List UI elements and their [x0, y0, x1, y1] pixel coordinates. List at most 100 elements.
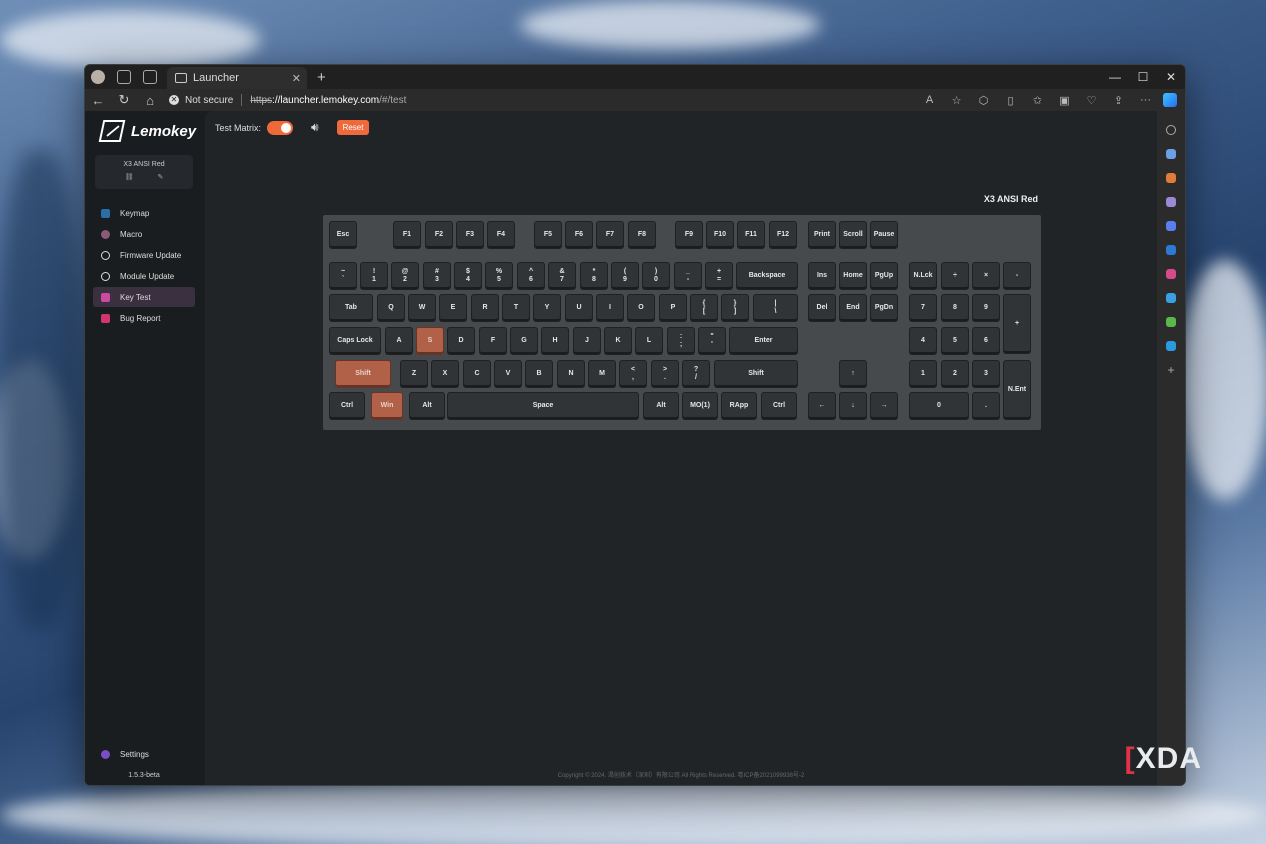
favorite-star-icon[interactable]: ☆: [943, 94, 970, 107]
minimize-button[interactable]: —: [1101, 65, 1129, 89]
address-bar[interactable]: ✕ Not secure https ://launcher.lemokey.c…: [169, 91, 406, 109]
sidebar-item-macro[interactable]: Macro: [93, 224, 195, 244]
key-ins: Ins: [808, 262, 836, 290]
workspaces-icon[interactable]: [117, 70, 131, 84]
maximize-button[interactable]: ☐: [1129, 65, 1157, 89]
key-label: F9: [684, 231, 694, 238]
more-icon[interactable]: ···: [1132, 94, 1159, 106]
key-label: F2: [434, 231, 444, 238]
key-label: ^: [528, 268, 534, 275]
add-icon[interactable]: +: [1166, 364, 1176, 376]
key-label: N.Ent: [1007, 386, 1027, 393]
refresh-icon[interactable]: ↻: [111, 92, 137, 108]
reset-button[interactable]: Reset: [336, 120, 370, 135]
key-label: 1: [921, 370, 925, 377]
key-label: D: [458, 337, 464, 344]
extensions-icon[interactable]: ⬡: [970, 94, 997, 107]
tools-icon[interactable]: [1166, 173, 1176, 183]
tag-icon[interactable]: [1166, 149, 1176, 159]
share-icon[interactable]: ⇪: [1105, 94, 1132, 107]
sound-icon[interactable]: 🔊︎: [311, 120, 319, 135]
tab-actions-icon[interactable]: [143, 70, 157, 84]
url-scheme: https: [250, 94, 273, 106]
key-sym16: ~ `: [329, 262, 357, 290]
settings-gear-icon: [101, 750, 110, 759]
key-caps-lock: Caps Lock: [329, 327, 381, 355]
key-label: MO(1): [690, 402, 710, 409]
key-label: #: [435, 268, 439, 275]
profile-avatar[interactable]: [91, 70, 105, 84]
key-label: R: [482, 304, 488, 311]
send-icon[interactable]: [1166, 293, 1176, 303]
sidebar-item-key-test[interactable]: Key Test: [93, 287, 195, 307]
sidebar-item-firmware-update[interactable]: Firmware Update: [93, 245, 195, 265]
new-tab-button[interactable]: +: [317, 69, 326, 86]
key-label: ?: [693, 366, 699, 373]
key-label: T: [513, 304, 519, 311]
firmware-icon: [101, 250, 110, 260]
device-card[interactable]: X3 ANSI Red ⛓✎: [95, 155, 193, 189]
key-s: S: [416, 327, 444, 355]
bug-icon: [101, 313, 110, 323]
link-icon[interactable]: ⛓: [125, 174, 158, 181]
sidebar-item-keymap[interactable]: Keymap: [93, 203, 195, 223]
copilot-icon[interactable]: [1163, 93, 1177, 107]
keyboard-title: X3 ANSI Red: [983, 194, 1038, 204]
collections-icon[interactable]: ▣: [1051, 94, 1078, 107]
key-label: Win: [380, 402, 394, 409]
key-f6: F6: [565, 221, 593, 249]
key-label: F5: [543, 231, 553, 238]
designer-icon[interactable]: [1166, 269, 1176, 279]
edit-icon[interactable]: ✎: [158, 174, 188, 181]
keyboard-layout: Esc F1 F2 F3 F4 F5 F6 F7 F8 F9 F10 F11 F12 Print Scrol…: [323, 215, 1041, 430]
device-tools: ⛓✎: [95, 173, 193, 181]
skype-icon[interactable]: [1166, 341, 1176, 351]
logo-text: Lemokey: [131, 122, 197, 140]
browser-essentials-icon[interactable]: ♡: [1078, 94, 1105, 107]
key-mo-1: MO(1): [682, 392, 718, 420]
key-f9: F9: [675, 221, 703, 249]
sidebar-item-module-update[interactable]: Module Update: [93, 266, 195, 286]
key-v: V: [494, 360, 522, 388]
key-label: Caps Lock: [337, 337, 373, 344]
back-icon[interactable]: ←: [85, 93, 111, 108]
key-label: Esc: [336, 231, 350, 238]
tree-icon[interactable]: [1166, 317, 1176, 327]
key-label: C: [474, 370, 480, 377]
key-label: F7: [605, 231, 615, 238]
key-sym21: % 5: [485, 262, 513, 290]
xda-watermark: [XDA: [1124, 742, 1202, 775]
key-label: F3: [465, 231, 475, 238]
outlook-icon[interactable]: [1166, 245, 1176, 255]
read-aloud-icon[interactable]: A: [916, 94, 943, 106]
key-sym84: ? /: [682, 360, 710, 388]
key-label: S: [427, 337, 433, 344]
key-sym99: ←: [808, 392, 836, 420]
search-icon[interactable]: [1166, 125, 1176, 135]
favorites-icon[interactable]: ✩: [1024, 94, 1051, 107]
key-label: End: [846, 304, 860, 311]
home-icon[interactable]: ⌂: [137, 93, 163, 108]
key-label: E: [450, 304, 456, 311]
sidebar-item-settings[interactable]: Settings: [93, 750, 149, 759]
people-icon[interactable]: [1166, 197, 1176, 207]
key-label: $: [466, 268, 470, 275]
url-separator: [241, 94, 243, 106]
split-screen-icon[interactable]: ▯: [997, 94, 1024, 107]
key-3: 3: [972, 360, 1000, 388]
key-label: Pause: [873, 231, 895, 238]
key-f8: F8: [628, 221, 656, 249]
sidebar-item-label: Bug Report: [120, 313, 161, 323]
test-matrix-toggle[interactable]: [267, 120, 294, 135]
device-name: X3 ANSI Red: [123, 161, 165, 168]
key-test-toolbar: Test Matrix: 🔊︎ Reset: [215, 120, 370, 135]
key-w: W: [408, 294, 436, 322]
tab-launcher[interactable]: Launcher ✕: [167, 67, 307, 89]
key-f5: F5: [534, 221, 562, 249]
copilot-sidebar-icon[interactable]: [1166, 221, 1176, 231]
key-label: Shift: [355, 370, 371, 377]
close-window-button[interactable]: ✕: [1157, 65, 1185, 89]
close-tab-icon[interactable]: ✕: [292, 72, 301, 85]
key-label: Home: [843, 272, 863, 279]
sidebar-item-bug-report[interactable]: Bug Report: [93, 308, 195, 328]
